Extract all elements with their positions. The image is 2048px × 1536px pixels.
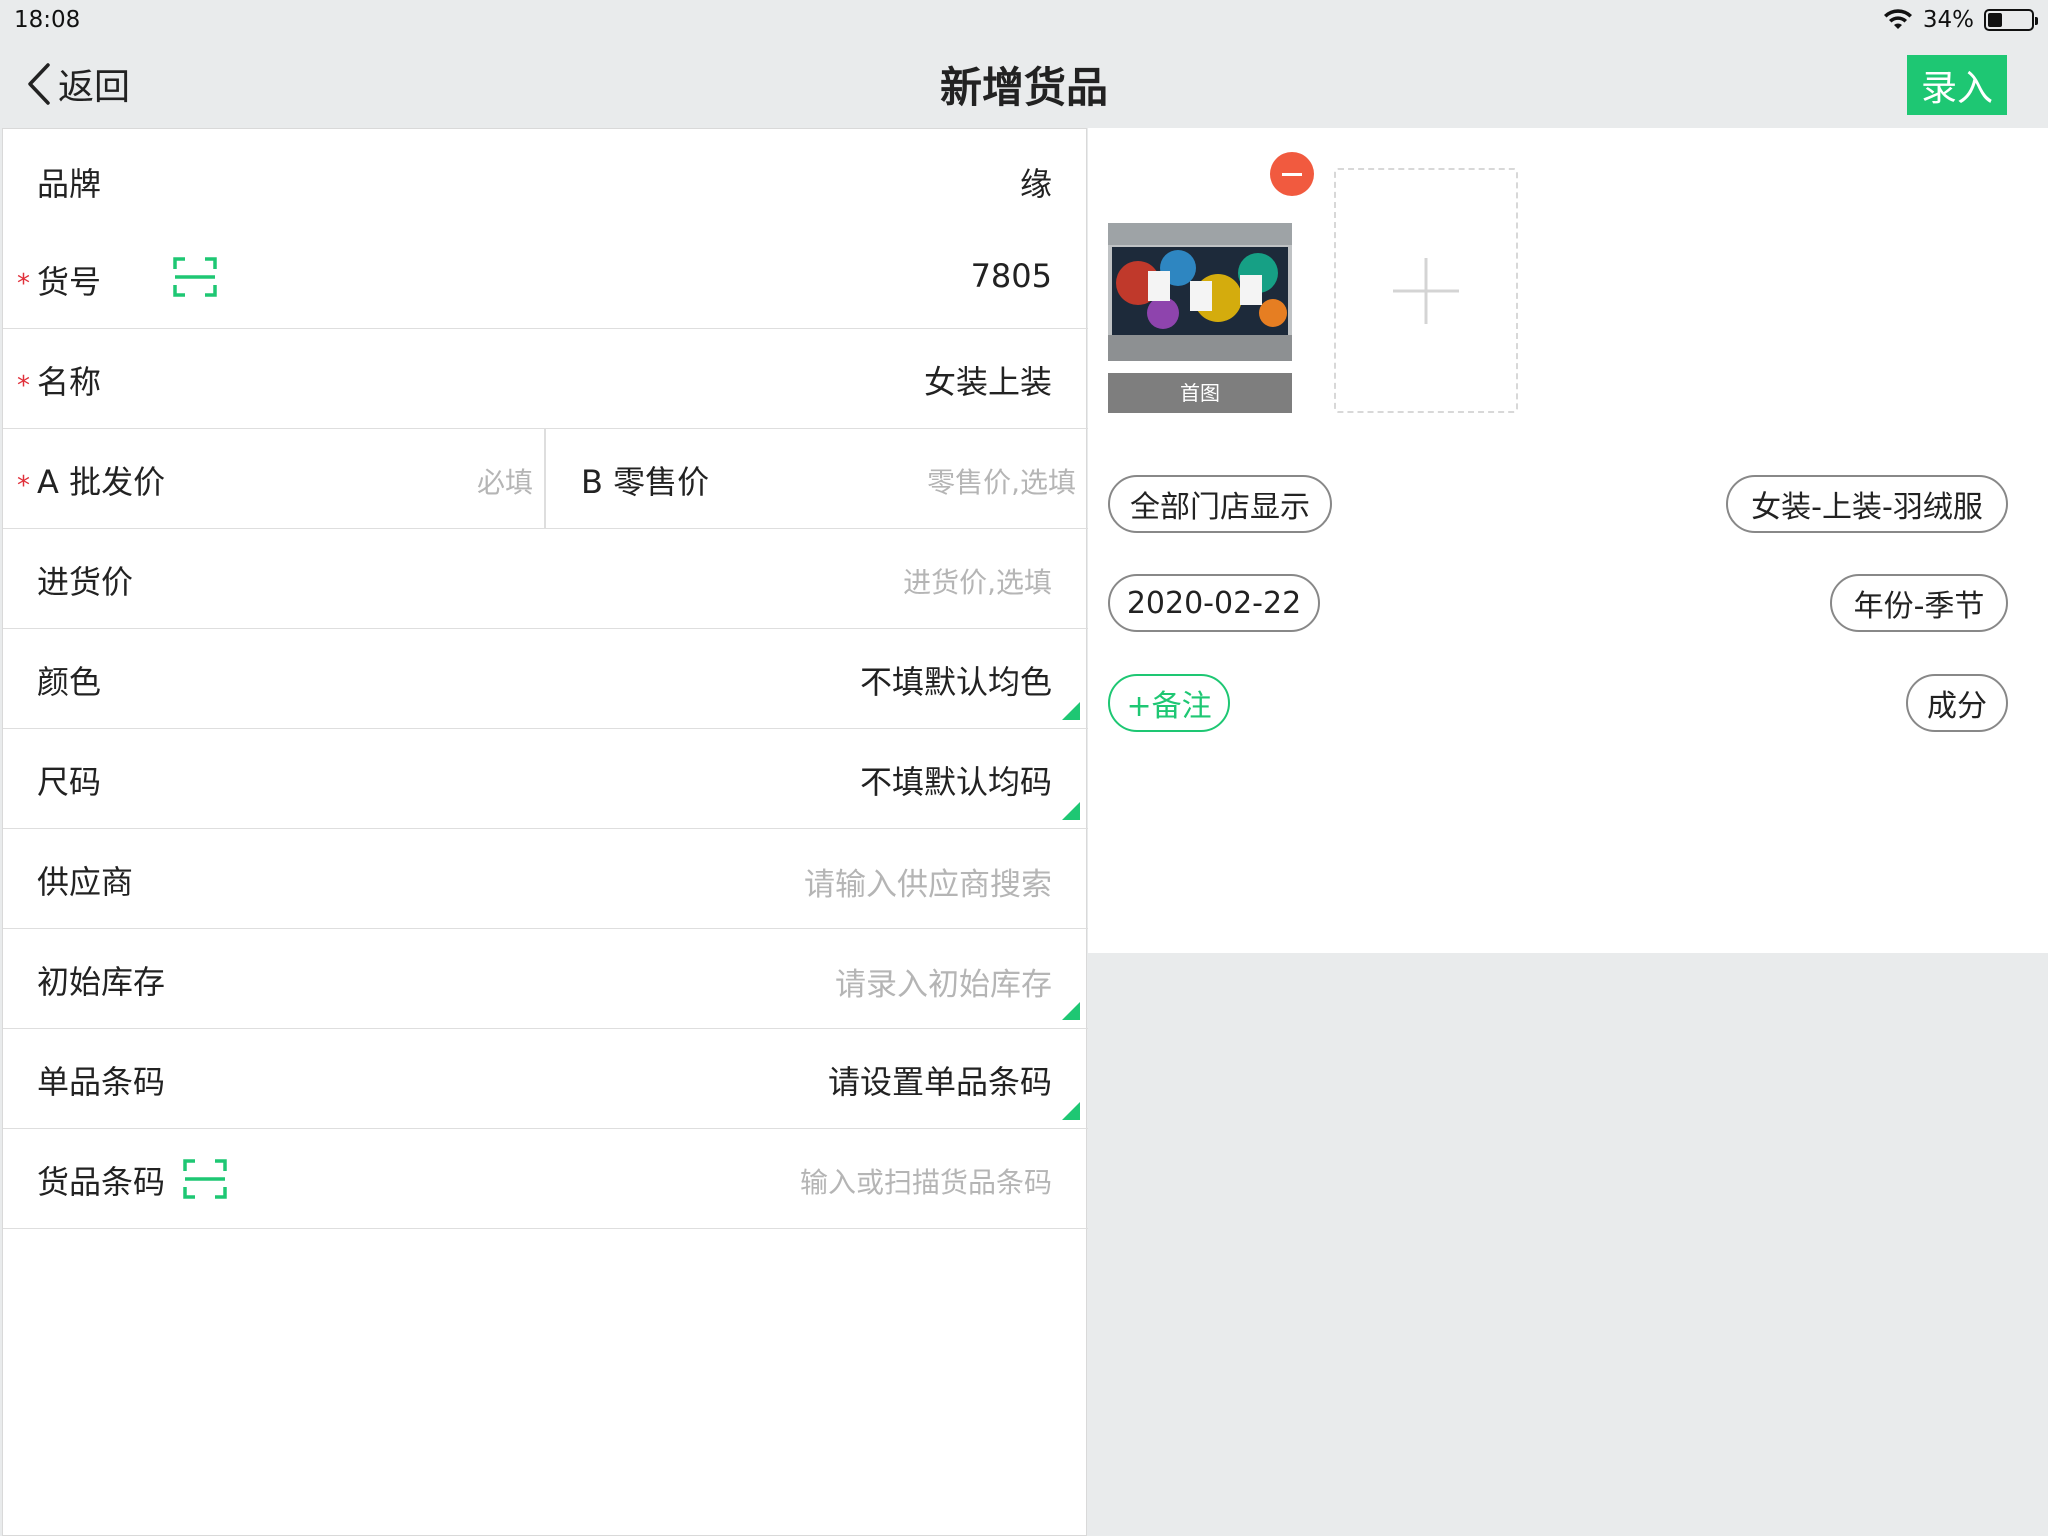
year-season-tag[interactable]: 年份-季节 [1830, 574, 2008, 632]
minus-icon [1282, 172, 1302, 176]
product-photo-art [1108, 223, 1292, 361]
item-no-input[interactable]: 7805 [971, 257, 1052, 295]
price-divider [544, 429, 546, 528]
item-no-row: * 货号 7805 [3, 229, 1088, 329]
supplier-label: 供应商 [37, 863, 134, 901]
size-row[interactable]: 尺码 不填默认均码 [3, 729, 1088, 829]
battery-percent: 34% [1922, 7, 1974, 33]
scan-icon[interactable] [173, 257, 217, 297]
size-label: 尺码 [37, 763, 102, 801]
sku-barcode-row[interactable]: 单品条码 请设置单品条码 [3, 1029, 1088, 1129]
wholesale-price-input[interactable]: 必填 [477, 461, 533, 501]
status-indicators: 34% [1883, 7, 2038, 33]
battery-icon [1984, 9, 2038, 31]
product-barcode-label: 货品条码 [37, 1163, 166, 1201]
media-tags-panel: 首图 全部门店显示 女装-上装-羽绒服 2020-02-22 年份-季节 +备注… [1088, 128, 2048, 953]
page-title: 新增货品 [939, 63, 1108, 112]
name-input[interactable]: 女装上装 [924, 357, 1052, 403]
purchase-price-label: 进货价 [37, 563, 134, 601]
initial-stock-input[interactable]: 请录入初始库存 [835, 959, 1052, 1004]
price-row: * A 批发价 必填 B 零售价 零售价,选填 [3, 429, 1088, 529]
name-label: 名称 [37, 363, 102, 401]
size-value[interactable]: 不填默认均码 [860, 757, 1052, 803]
status-bar: 18:08 34% [0, 0, 2048, 40]
date-tag[interactable]: 2020-02-22 [1108, 574, 1320, 632]
category-tag[interactable]: 女装-上装-羽绒服 [1726, 475, 2008, 533]
status-time: 18:08 [14, 7, 81, 33]
color-label: 颜色 [37, 663, 102, 701]
thumbnail-label: 首图 [1108, 373, 1292, 413]
required-mark: * [17, 269, 30, 299]
initial-stock-row: 初始库存 请录入初始库存 [3, 929, 1088, 1029]
supplier-search-input[interactable]: 请输入供应商搜索 [804, 859, 1052, 904]
item-no-label: 货号 [37, 263, 102, 301]
color-value[interactable]: 不填默认均色 [860, 657, 1052, 703]
corner-indicator-icon [1062, 1002, 1080, 1020]
corner-indicator-icon [1062, 702, 1080, 720]
retail-price-input[interactable]: 零售价,选填 [927, 461, 1076, 501]
product-thumbnail[interactable]: 首图 [1108, 223, 1292, 413]
retail-price-label: B 零售价 [581, 463, 710, 501]
product-barcode-row: 货品条码 输入或扫描货品条码 [3, 1129, 1088, 1229]
product-form: 品牌 缘 * 货号 7805 * 名称 女装上装 * A 批发价 必填 B 零售… [2, 128, 1088, 1536]
color-row[interactable]: 颜色 不填默认均色 [3, 629, 1088, 729]
brand-label: 品牌 [37, 165, 102, 203]
purchase-price-input[interactable]: 进货价,选填 [903, 561, 1052, 601]
name-row: * 名称 女装上装 [3, 329, 1088, 429]
store-display-tag[interactable]: 全部门店显示 [1108, 475, 1332, 533]
brand-value[interactable]: 缘 [1020, 159, 1052, 205]
composition-tag[interactable]: 成分 [1906, 674, 2008, 732]
add-photo-button[interactable] [1334, 168, 1518, 413]
submit-button[interactable]: 录入 [1907, 55, 2007, 115]
corner-indicator-icon [1062, 1102, 1080, 1120]
corner-indicator-icon [1062, 802, 1080, 820]
wifi-icon [1883, 9, 1912, 29]
initial-stock-label: 初始库存 [37, 963, 166, 1001]
nav-bar: 返回 新增货品 录入 [0, 40, 2048, 128]
product-photo [1108, 223, 1292, 361]
plus-icon [1393, 257, 1459, 324]
product-barcode-input[interactable]: 输入或扫描货品条码 [800, 1161, 1052, 1201]
add-remark-button[interactable]: +备注 [1108, 674, 1230, 732]
brand-row[interactable]: 品牌 缘 [3, 129, 1088, 229]
scan-icon[interactable] [183, 1159, 227, 1199]
remove-photo-button[interactable] [1270, 152, 1314, 196]
supplier-row: 供应商 请输入供应商搜索 [3, 829, 1088, 929]
required-mark: * [17, 371, 30, 401]
sku-barcode-value[interactable]: 请设置单品条码 [828, 1057, 1052, 1103]
purchase-price-row: 进货价 进货价,选填 [3, 529, 1088, 629]
required-mark: * [17, 471, 30, 501]
wholesale-price-label: A 批发价 [37, 463, 166, 501]
battery-level [1988, 13, 2003, 27]
sku-barcode-label: 单品条码 [37, 1063, 166, 1101]
